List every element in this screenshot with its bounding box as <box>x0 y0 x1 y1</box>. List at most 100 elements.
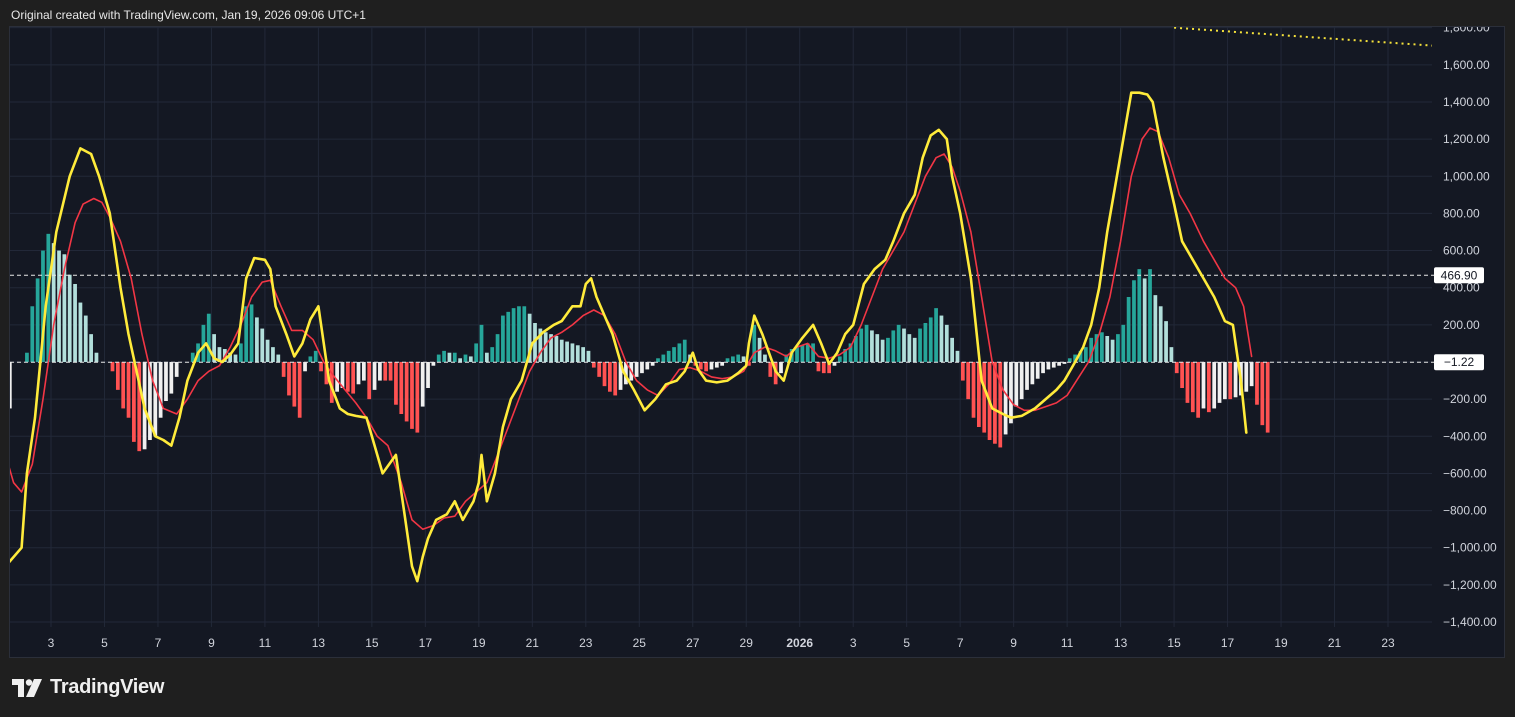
histogram-bar <box>164 362 168 402</box>
histogram-bar <box>896 324 901 362</box>
histogram-bar <box>923 322 928 362</box>
histogram-bar <box>1217 362 1222 403</box>
x-tick-label: 21 <box>1328 636 1342 650</box>
histogram-bar <box>388 362 393 381</box>
histogram-bar <box>1153 295 1158 362</box>
histogram-bar <box>575 345 580 362</box>
histogram-bar <box>960 362 965 381</box>
histogram-bar <box>490 347 495 362</box>
histogram-bar <box>1148 269 1152 362</box>
histogram-bar <box>725 358 730 362</box>
histogram-bar <box>800 345 805 362</box>
tradingview-logo-icon <box>12 678 42 697</box>
histogram-bar <box>880 339 885 362</box>
histogram-bar <box>1260 362 1265 426</box>
histogram-bar <box>939 315 944 362</box>
histogram-bar <box>1046 362 1051 370</box>
x-tick-label: 17 <box>419 636 433 650</box>
histogram-bar <box>522 306 527 362</box>
histogram-bar <box>1164 321 1168 362</box>
histogram-bar <box>292 362 297 407</box>
x-tick-label: 7 <box>155 636 162 650</box>
histogram-bar <box>345 362 350 392</box>
histogram-bar <box>25 352 29 362</box>
histogram-bar <box>656 358 660 362</box>
histogram-bar <box>1132 280 1136 362</box>
y-tick-label: −1,000.00 <box>1443 541 1497 555</box>
chart-attribution: Original created with TradingView.com, J… <box>11 8 366 22</box>
histogram-bar <box>372 362 377 390</box>
histogram-bar <box>517 306 521 362</box>
histogram-bar <box>832 362 837 366</box>
x-tick-label: 2026 <box>786 636 813 650</box>
histogram-bar <box>1201 362 1206 409</box>
dotted-trendline <box>1174 27 1432 47</box>
histogram-bar <box>132 362 136 442</box>
histogram-bar <box>837 356 842 362</box>
histogram-bar <box>1035 362 1040 379</box>
histogram-bar <box>1083 347 1088 362</box>
histogram-bar <box>1051 362 1056 368</box>
histogram-bar <box>704 362 709 372</box>
macd-chart[interactable]: 1,800.00 1,600.00 1,400.00 1,200.00 1,000.00… <box>10 27 1504 657</box>
tradingview-logo[interactable]: TradingView <box>12 676 164 699</box>
histogram-bar <box>859 328 864 362</box>
histogram-bar <box>468 356 473 362</box>
x-tick-label: 15 <box>1167 636 1181 650</box>
histogram-bar <box>736 354 741 362</box>
y-tick-label: −200.00 <box>1443 392 1487 406</box>
histogram-bar <box>918 328 922 362</box>
histogram-bar <box>1121 324 1126 362</box>
histogram-bar <box>1196 362 1201 418</box>
histogram-bar <box>650 362 655 366</box>
x-tick-label: 3 <box>48 636 55 650</box>
histogram-bar <box>907 334 912 362</box>
x-tick-label: 5 <box>101 636 108 650</box>
histogram-bar <box>730 356 735 362</box>
histogram-bar <box>1158 306 1163 362</box>
histogram-bar <box>1067 358 1072 362</box>
histogram-bar <box>795 347 799 362</box>
histogram-bar <box>1100 332 1104 362</box>
histogram-bar <box>511 308 516 362</box>
x-tick-label: 9 <box>208 636 215 650</box>
histogram-bar <box>35 278 40 362</box>
histogram-bar <box>645 362 650 370</box>
histogram-bar <box>864 324 869 362</box>
histogram-bar <box>383 362 388 381</box>
histogram-bar <box>238 343 243 362</box>
histogram-bar <box>640 362 644 374</box>
histogram-bar <box>886 337 890 362</box>
histogram-bar <box>356 362 361 385</box>
histogram-bar <box>902 328 906 362</box>
histogram-bar <box>998 362 1003 448</box>
histogram-bar <box>666 350 671 362</box>
x-tick-label: 21 <box>526 636 540 650</box>
histogram-bar <box>821 362 826 374</box>
histogram-bar <box>249 304 254 362</box>
histogram-bar <box>559 339 564 362</box>
histogram-bar <box>891 330 896 362</box>
histogram-bar <box>971 362 976 418</box>
histogram-bar <box>1206 362 1211 413</box>
x-tick-label: 13 <box>1114 636 1128 650</box>
x-tick-label: 23 <box>1381 636 1395 650</box>
histogram-bar <box>597 362 602 377</box>
x-tick-label: 11 <box>1061 636 1074 650</box>
y-tick-label: −600.00 <box>1443 466 1487 480</box>
y-tick-label: 600.00 <box>1443 244 1480 258</box>
y-tick-label: −1,400.00 <box>1443 615 1497 629</box>
histogram-bar <box>319 362 323 372</box>
y-tick-label: 1,800.00 <box>1443 27 1490 35</box>
x-tick-label: 5 <box>903 636 910 650</box>
histogram-bar <box>934 308 938 362</box>
histogram-bar <box>73 283 77 362</box>
histogram-bar <box>607 362 612 392</box>
y-tick-label: 800.00 <box>1443 206 1480 220</box>
histogram-bar <box>554 335 559 362</box>
histogram-bar <box>463 354 468 362</box>
histogram-bar <box>458 358 462 362</box>
chart-panel[interactable]: 1,800.00 1,600.00 1,400.00 1,200.00 1,000.00… <box>9 26 1505 658</box>
histogram-bar <box>426 362 430 389</box>
x-tick-label: 23 <box>579 636 593 650</box>
